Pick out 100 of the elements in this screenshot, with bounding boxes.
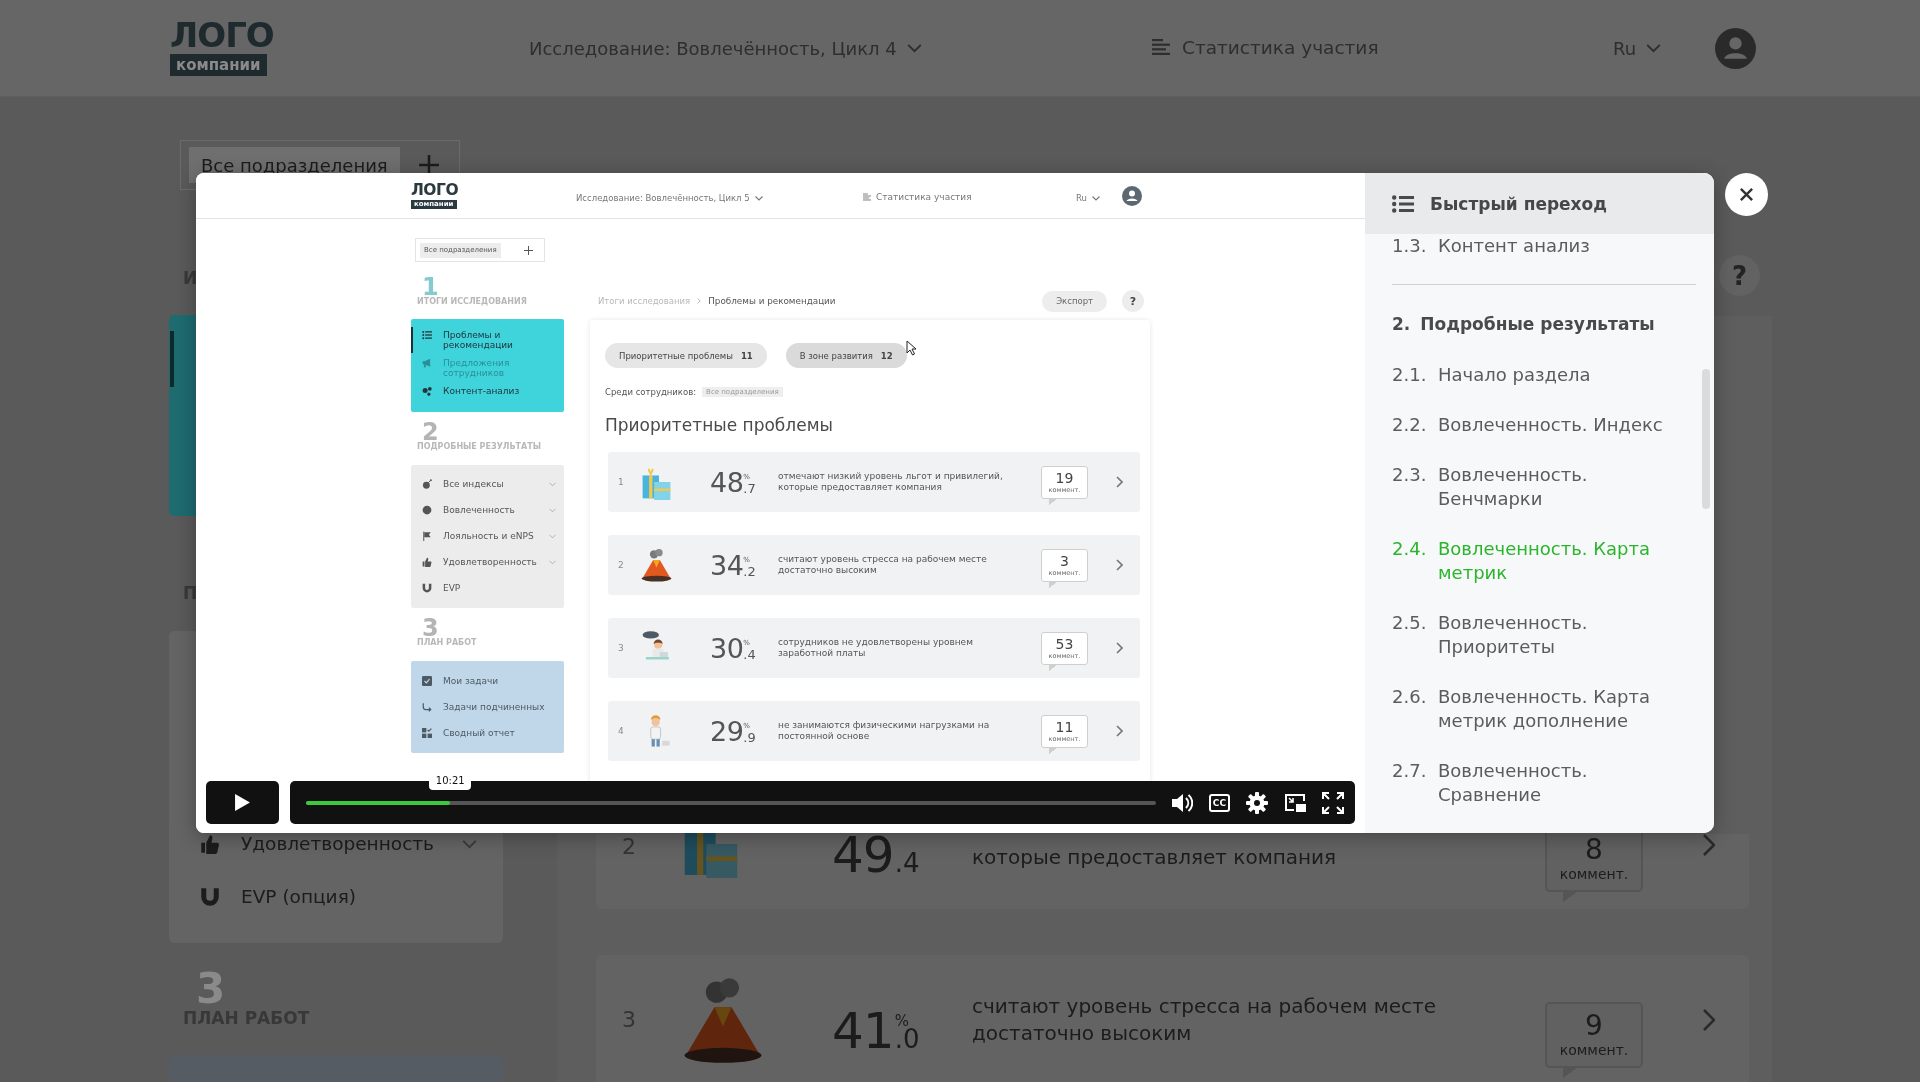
problem-text: отмечают низкий уровень льгот и привилегий, которые предоставляет компания <box>778 471 1004 493</box>
bubbles-icon <box>422 386 432 396</box>
tab[interactable]: Приоритетные проблемы 11 <box>605 343 767 368</box>
problem-text: считают уровень стресса на рабочем месте достаточно высоким <box>972 993 1437 1047</box>
section-heading: ПОДРОБНЫЕ РЕЗУЛЬТАТЫ <box>417 441 541 453</box>
picture-in-picture-icon[interactable] <box>1284 791 1306 814</box>
quick-nav-item[interactable]: 2.7. Вовлеченность. Сравнение <box>1392 759 1696 807</box>
captions-button[interactable]: CC <box>1208 793 1230 812</box>
sidebar-item[interactable]: Проблемы и рекомендации <box>411 327 564 353</box>
user-icon[interactable] <box>1715 27 1756 69</box>
scrollbar-thumb[interactable] <box>1702 369 1710 509</box>
comment-label: коммент. <box>1559 865 1629 883</box>
problem-text: не занимаются физическими нагрузками на постоянной основе <box>778 720 991 742</box>
section-number: 2 <box>422 423 439 441</box>
chevron-down-icon <box>754 195 763 201</box>
section-number: 1 <box>422 278 439 296</box>
sidebar-item[interactable]: Контент-анализ <box>411 383 564 399</box>
thumbs-up-icon <box>422 557 432 567</box>
megaphone-icon <box>422 358 432 368</box>
fullscreen-icon[interactable] <box>1322 791 1344 814</box>
language-dropdown[interactable]: Ru <box>1076 193 1100 203</box>
section-title: 2. Подробные результаты <box>1392 313 1656 336</box>
comment-count: 8 <box>1585 835 1603 865</box>
turn-arrow-icon <box>422 702 432 712</box>
chevron-right-icon[interactable] <box>1703 1009 1715 1031</box>
score-value: 49.4 <box>832 836 921 874</box>
chevron-down-icon <box>1091 195 1100 201</box>
logo-caption: компании <box>170 54 267 76</box>
flag-icon <box>422 531 432 541</box>
play-button[interactable] <box>206 781 279 824</box>
survey-dropdown[interactable]: Исследование: Вовлечённость, Цикл 5 <box>576 193 763 203</box>
quick-nav-item[interactable]: 2.3. Вовлеченность. Бенчмарки <box>1392 463 1696 511</box>
quick-nav-item[interactable]: 2.1. Начало раздела <box>1392 363 1696 387</box>
problem-text: считают уровень стресса на рабочем месте достаточно высоким <box>778 554 988 576</box>
comment-count: 11 <box>1055 719 1074 735</box>
play-icon <box>234 794 250 811</box>
chevron-down-icon <box>1646 43 1662 53</box>
checkbox-icon <box>422 676 432 686</box>
comment-count: 19 <box>1055 470 1074 486</box>
close-button[interactable] <box>1725 173 1768 216</box>
progress-track[interactable] <box>305 800 1156 805</box>
row-number: 4 <box>618 726 625 736</box>
magnet-icon <box>422 583 432 593</box>
chevron-right-icon[interactable] <box>1116 559 1123 571</box>
quick-nav-item[interactable]: 2.2. Вовлеченность. Индекс <box>1392 413 1696 437</box>
export-button[interactable]: Экспорт <box>1042 290 1107 312</box>
logo-wordmark: ЛОГО <box>170 20 274 50</box>
settings-icon[interactable] <box>1246 791 1268 814</box>
row-number: 2 <box>618 560 625 570</box>
bar-chart-icon <box>863 193 871 201</box>
section-heading: ИТОГИ ИССЛЕДОВАНИЯ <box>417 296 527 308</box>
chevron-right-icon[interactable] <box>1116 476 1123 488</box>
problem-text: которые предоставляет компания <box>972 844 1337 871</box>
close-icon <box>1739 187 1754 202</box>
user-icon[interactable] <box>1122 185 1142 206</box>
logo-wordmark: ЛОГО <box>411 182 459 198</box>
bar-chart-icon <box>1152 39 1170 56</box>
sidebar-item[interactable]: Лояльность и eNPS <box>411 523 564 549</box>
breadcrumb-current: Проблемы и рекомендации <box>708 296 836 306</box>
cursor-icon <box>906 340 916 356</box>
quick-nav-item[interactable]: 1.3. Контент анализ <box>1392 234 1696 258</box>
volcano-icon <box>640 547 673 583</box>
quick-nav-item[interactable]: 2.5. Вовлеченность. Приоритеты <box>1392 611 1696 659</box>
comment-count: 9 <box>1585 1011 1603 1041</box>
plus-icon[interactable] <box>524 245 533 255</box>
section-title: Приоритетные проблемы <box>605 414 834 437</box>
magnet-icon <box>200 887 220 907</box>
selection-bar <box>170 331 174 387</box>
chevron-right-icon <box>697 298 702 304</box>
circle-icon <box>422 505 432 515</box>
sidebar-item[interactable]: Вовлеченность <box>411 497 564 523</box>
chevron-right-icon[interactable] <box>1703 834 1715 856</box>
problem-text: сотрудников не удовлетворены уровнем заработной платы <box>778 637 974 659</box>
plus-icon[interactable] <box>419 155 439 175</box>
chevron-down-icon[interactable] <box>462 839 477 849</box>
section-number: 3 <box>422 619 439 637</box>
chevron-right-icon[interactable] <box>1116 642 1123 654</box>
chevron-right-icon[interactable] <box>1116 725 1123 737</box>
bomb-icon <box>422 479 432 489</box>
audience-label: Среди сотрудников: <box>605 387 697 397</box>
sidebar-item[interactable]: Мои задачи <box>411 668 564 694</box>
sidebar-item[interactable]: Сводный отчет <box>411 720 564 746</box>
sidebar-item[interactable]: Удовлетворенность <box>411 549 564 575</box>
tab[interactable]: В зоне развития 12 <box>785 343 907 368</box>
sidebar-item[interactable]: EVP <box>411 575 564 601</box>
list-icon <box>1392 194 1414 213</box>
thumbs-up-icon <box>200 834 220 854</box>
panel-title: Быстрый переход <box>1430 193 1607 214</box>
quick-nav-item[interactable]: 2.6. Вовлеченность. Карта метрик дополнение <box>1392 685 1696 733</box>
help-button[interactable]: ? <box>1122 290 1144 312</box>
stats-link[interactable]: Статистика участия <box>863 192 972 202</box>
comment-count: 3 <box>1060 553 1069 569</box>
list-icon <box>422 330 432 340</box>
volume-icon[interactable] <box>1170 791 1193 814</box>
row-number: 3 <box>618 643 625 653</box>
row-number: 1 <box>618 477 625 487</box>
sidebar-item[interactable]: Задачи подчиненных <box>411 694 564 720</box>
comment-count: 53 <box>1055 636 1074 652</box>
section-heading: ПЛАН РАБОТ <box>417 637 477 649</box>
sidebar-item[interactable]: Все индексы <box>411 471 564 497</box>
